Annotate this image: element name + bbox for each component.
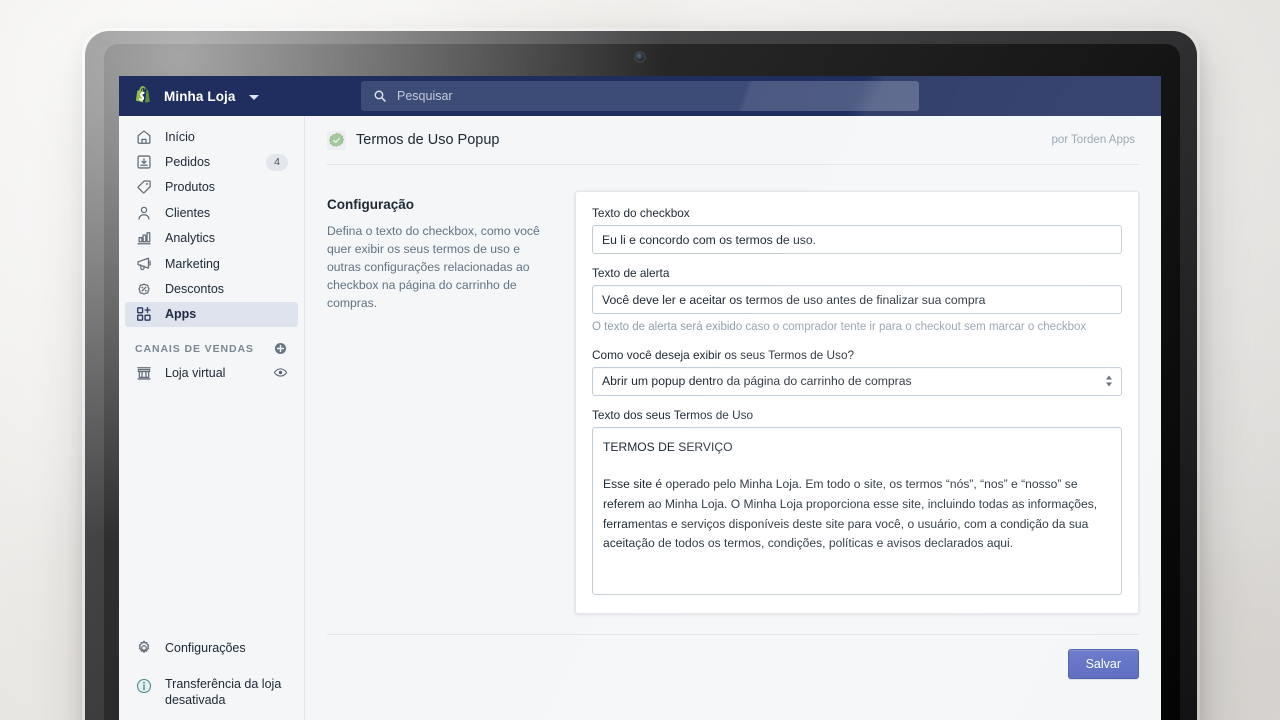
terms-body-text: Esse site é operado pelo Minha Loja. Em … — [603, 477, 1098, 551]
terms-title-line: TERMOS DE SERVIÇO — [603, 439, 733, 454]
sidebar-item-label: Pedidos — [165, 155, 211, 170]
storefront-icon — [137, 366, 151, 380]
green-seal-check-icon — [327, 130, 346, 150]
sidebar-item-label: Analytics — [165, 231, 216, 246]
field-terms-text: Texto dos seus Termos de Uso TERMOS DE S… — [592, 408, 1122, 595]
orders-icon — [137, 155, 151, 169]
plus-circle-icon[interactable] — [273, 341, 288, 356]
sidebar-item-label: Marketing — [165, 256, 220, 271]
chevron-down-icon — [248, 94, 259, 100]
sidebar-item-label: Apps — [165, 307, 197, 322]
sidebar-item-label: Clientes — [165, 205, 211, 220]
sales-channels-list: Loja virtual — [119, 360, 304, 385]
bar-chart-icon — [137, 232, 151, 245]
search-placeholder: Pesquisar — [397, 89, 453, 103]
section-description: Defina o texto do checkbox, como você qu… — [327, 224, 540, 311]
sidebar-item-produtos[interactable]: Produtos — [125, 175, 298, 200]
sidebar-item-descontos[interactable]: Descontos — [125, 276, 298, 301]
search-input[interactable]: Pesquisar — [361, 81, 919, 111]
home-icon — [137, 130, 151, 144]
sidebar-item-marketing[interactable]: Marketing — [125, 251, 298, 276]
alert-text-input[interactable]: Você deve ler e aceitar os termos de uso… — [592, 285, 1122, 314]
sidebar-item-inicio[interactable]: Início — [125, 124, 298, 149]
field-label: Texto dos seus Termos de Uso — [592, 407, 754, 422]
field-checkbox-text: Texto do checkbox Eu li e concordo com o… — [592, 206, 1122, 254]
sidebar-item-configuracoes[interactable]: Configurações — [125, 635, 298, 660]
orders-badge: 4 — [266, 153, 288, 171]
sidebar-item-label: Transferência da loja desativada — [165, 676, 282, 708]
sidebar-item-label: Início — [165, 129, 195, 144]
sidebar-item-clientes[interactable]: Clientes — [125, 200, 298, 225]
main-content: Termos de Uso Popup por Torden Apps Conf… — [305, 116, 1161, 720]
sidebar-item-apps[interactable]: Apps — [125, 301, 298, 328]
settings-section: Configuração Defina o texto do checkbox,… — [305, 165, 1161, 614]
sidebar-item-transferencia-loja[interactable]: Transferência da loja desativada — [125, 671, 298, 716]
search-icon — [374, 90, 386, 102]
display-mode-select[interactable]: Abrir um popup dentro da página do carri… — [592, 366, 1122, 396]
top-bar: Minha Loja Pesquisar — [119, 76, 1161, 116]
field-alert-text: Texto de alerta Você deve ler e aceitar … — [592, 266, 1122, 336]
page-title: Termos de Uso Popup — [356, 132, 500, 148]
webcam-icon — [636, 53, 644, 61]
section-heading: Configuração — [327, 197, 415, 212]
checkbox-text-input[interactable]: Eu li e concordo com os termos de uso. — [592, 225, 1122, 254]
person-icon — [138, 206, 150, 220]
shopify-bag-icon — [135, 86, 150, 103]
discount-icon — [138, 283, 150, 295]
gear-icon — [138, 640, 150, 653]
sales-channels-title: CANAIS DE VENDAS — [135, 342, 254, 355]
stepper-updown-icon — [1106, 375, 1112, 387]
page-header: Termos de Uso Popup por Torden Apps — [305, 116, 1161, 164]
field-label: Texto do checkbox — [592, 206, 690, 220]
display-mode-value: Abrir um popup dentro da página do carri… — [602, 374, 912, 389]
terms-text-textarea[interactable]: TERMOS DE SERVIÇO Esse site é operado pe… — [592, 426, 1122, 595]
field-label: Como você deseja exibir os seus Termos d… — [592, 347, 855, 362]
form-footer: Salvar — [327, 633, 1139, 679]
info-circle-icon — [136, 678, 152, 693]
sidebar-nav: Início Pedidos 4 Produtos Clientes Analy… — [119, 124, 304, 328]
sidebar-item-analytics[interactable]: Analytics — [125, 226, 298, 251]
sidebar-item-label: Produtos — [165, 180, 216, 195]
save-button[interactable]: Salvar — [1067, 648, 1139, 679]
sales-channels-header: CANAIS DE VENDAS — [119, 327, 304, 360]
section-description-block: Configuração Defina o texto do checkbox,… — [327, 191, 575, 614]
settings-card: Texto do checkbox Eu li e concordo com o… — [575, 191, 1139, 614]
field-display-mode: Como você deseja exibir os seus Termos d… — [592, 348, 1122, 396]
app-byline: por Torden Apps — [1051, 134, 1135, 146]
eye-icon[interactable] — [273, 365, 288, 380]
sidebar-item-label: Loja virtual — [165, 365, 226, 380]
store-switcher[interactable]: Minha Loja — [119, 85, 361, 107]
sidebar-item-label: Descontos — [165, 282, 225, 297]
screen-viewport: Minha Loja Pesquisar Início Pedidos 4 Pr… — [119, 76, 1161, 720]
field-label: Texto de alerta — [592, 266, 670, 280]
sidebar: Início Pedidos 4 Produtos Clientes Analy… — [119, 116, 305, 720]
sidebar-item-pedidos[interactable]: Pedidos 4 — [125, 149, 298, 174]
alert-text-help: O texto de alerta será exibido caso o co… — [592, 321, 1087, 333]
tag-icon — [137, 180, 151, 194]
photo-scene: Minha Loja Pesquisar Início Pedidos 4 Pr… — [0, 0, 1280, 720]
apps-grid-plus-icon — [136, 307, 151, 322]
store-name: Minha Loja — [164, 88, 236, 104]
sidebar-item-label: Configurações — [165, 641, 246, 656]
megaphone-icon — [137, 257, 151, 270]
sidebar-bottom: Configurações Transferência da loja desa… — [119, 635, 304, 720]
sidebar-item-loja-virtual[interactable]: Loja virtual — [125, 360, 298, 385]
